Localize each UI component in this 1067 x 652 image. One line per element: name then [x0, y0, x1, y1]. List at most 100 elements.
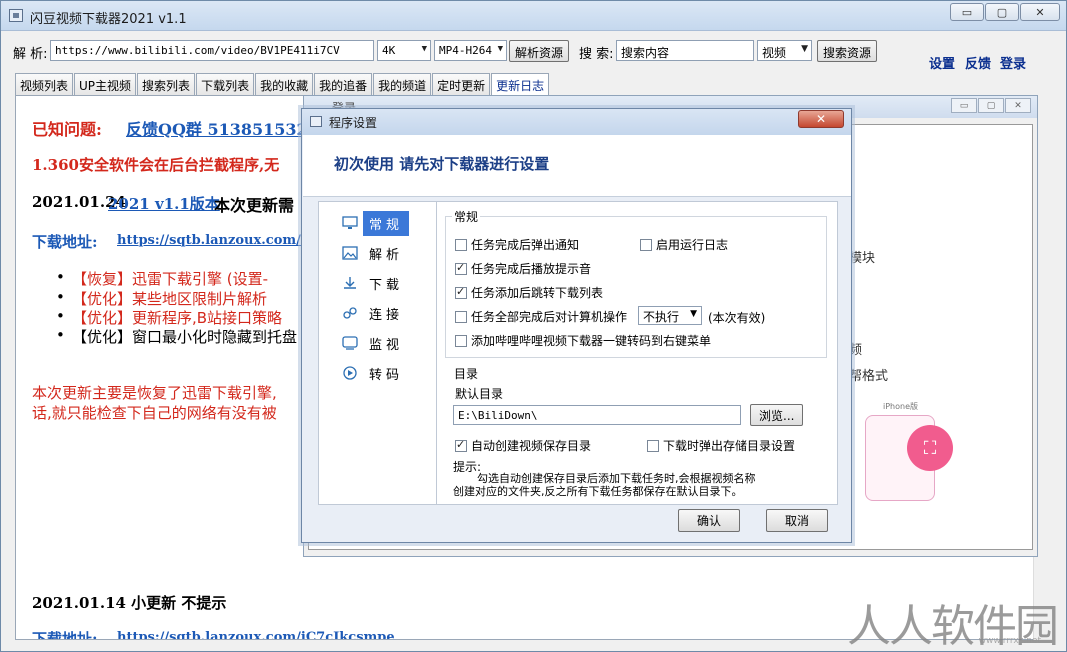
bullet-text: 【优化】窗口最小化时隐藏到托盘: [72, 328, 298, 346]
cancel-button[interactable]: 取消: [766, 509, 828, 532]
hint-text: 创建对应的文件夹,反之所有下载任务都保存在默认目录下。: [453, 485, 743, 498]
search-type-value: 视频: [762, 46, 787, 60]
feedback-link[interactable]: 反馈: [965, 53, 991, 72]
download-link[interactable]: https://sqtb.lanzoux.com/ih8: [117, 233, 324, 248]
date-entry-2: 2021.01.14 小更新 不提示: [32, 594, 227, 612]
bullet-text: 【优化】更新程序,B站接口策略: [72, 309, 283, 327]
popup-dir-checkbox[interactable]: 下载时弹出存储目录设置: [647, 437, 795, 454]
scan-icon: ⛶: [907, 425, 953, 471]
app-icon: [9, 9, 23, 22]
convert-icon: [341, 365, 359, 381]
version-link[interactable]: 2021 v1.1版本: [108, 193, 220, 214]
nav-item-parse[interactable]: 解析: [341, 240, 431, 266]
checkbox-label: 任务添加后跳转下载列表: [471, 286, 604, 300]
phone-label: iPhone版: [883, 402, 919, 411]
tab-scheduled-update[interactable]: 定时更新: [432, 73, 491, 95]
dialog-title: 程序设置: [329, 116, 378, 130]
context-menu-checkbox[interactable]: 添加哔哩哔哩视频下载器一键转码到右键菜单: [455, 332, 711, 349]
checkbox-box: [455, 238, 467, 251]
all-done-action-value: 不执行: [643, 310, 680, 324]
parse-button[interactable]: 解析资源: [509, 40, 570, 62]
play-sound-checkbox[interactable]: 任务完成后播放提示音: [455, 260, 591, 277]
tab-favorites[interactable]: 我的收藏: [255, 73, 314, 95]
download-label-2: 下载地址:: [32, 630, 98, 640]
checkbox-label: 任务全部完成后对计算机操作: [471, 310, 628, 324]
download-link-2[interactable]: https://sqtb.lanzoux.com/iC7cJkcsmpe: [117, 630, 395, 639]
chevron-down-icon: ▼: [421, 44, 427, 54]
nav-item-transcode[interactable]: 转码: [341, 360, 431, 386]
bullet-text: 【恢复】迅雷下载引擎 (设置-: [72, 270, 269, 288]
paragraph-line: 本次更新主要是恢复了迅雷下载引擎,: [32, 384, 277, 402]
settings-link[interactable]: 设置: [929, 53, 955, 72]
default-dir-input[interactable]: E:\BiliDown\: [453, 405, 741, 425]
nav-item-monitor[interactable]: 监视: [341, 330, 431, 356]
list-item: 【恢复】迅雷下载引擎 (设置-: [56, 268, 269, 289]
enable-log-checkbox[interactable]: 启用运行日志: [640, 236, 728, 253]
display-icon: [341, 335, 359, 351]
tab-search-list[interactable]: 搜索列表: [137, 73, 196, 95]
format-select[interactable]: MP4-H264 ▼: [434, 40, 507, 61]
dialog-header: 初次使用 请先对下载器进行设置: [303, 135, 851, 197]
parse-label: 解 析:: [13, 47, 48, 62]
notify-on-complete-checkbox[interactable]: 任务完成后弹出通知: [455, 236, 579, 253]
nav-item-general[interactable]: 常规: [341, 210, 431, 236]
nav-label: 下载: [369, 277, 404, 293]
toolbar: 解 析: https://www.bilibili.com/video/BV1P…: [1, 37, 1066, 72]
search-type-select[interactable]: 视频 ▼: [757, 40, 812, 61]
tab-changelog[interactable]: 更新日志: [491, 73, 550, 96]
login-close-button[interactable]: ✕: [1005, 98, 1031, 113]
checkbox-box: [647, 439, 659, 452]
tab-download-list[interactable]: 下载列表: [196, 73, 255, 95]
known-issues-label: 已知问题:: [32, 120, 102, 139]
dialog-body: 常规 解析 下载 连接 监视 转码 常规 任务完成后弹出通知 启用运行日志 ✓ …: [318, 201, 838, 505]
jump-to-list-checkbox[interactable]: 任务添加后跳转下载列表: [455, 284, 603, 301]
auto-create-dir-checkbox[interactable]: 自动创建视频保存目录: [455, 437, 591, 454]
tab-following-series[interactable]: 我的追番: [314, 73, 373, 95]
qq-group-link[interactable]: 反馈QQ群 513851532: [126, 116, 308, 140]
search-button[interactable]: 搜索资源: [817, 40, 878, 62]
nav-item-download[interactable]: 下载: [341, 270, 431, 296]
list-item: 【优化】某些地区限制片解析: [56, 288, 268, 309]
checkbox-label: 下载时弹出存储目录设置: [663, 439, 796, 453]
chevron-down-icon: ▼: [801, 44, 808, 54]
login-maximize-button[interactable]: ▢: [978, 98, 1004, 113]
login-window-controls: ▭ ▢ ✕: [951, 98, 1031, 113]
ok-button[interactable]: 确认: [678, 509, 740, 532]
quality-select[interactable]: 4K ▼: [377, 40, 431, 61]
nav-item-connection[interactable]: 连接: [341, 300, 431, 326]
bullet-text: 【优化】某些地区限制片解析: [72, 290, 268, 308]
all-done-action-checkbox[interactable]: 任务全部完成后对计算机操作: [455, 308, 627, 325]
checkbox-label: 任务完成后播放提示音: [471, 262, 592, 276]
close-button[interactable]: ✕: [1020, 3, 1060, 21]
tab-uploader-videos[interactable]: UP主视频: [74, 73, 137, 95]
login-minimize-button[interactable]: ▭: [951, 98, 977, 113]
directory-group-title: 目录: [452, 365, 481, 382]
url-input[interactable]: https://www.bilibili.com/video/BV1PE411i…: [50, 40, 374, 61]
all-done-action-select[interactable]: 不执行 ▼: [638, 306, 702, 325]
login-link[interactable]: 登录: [1000, 53, 1026, 72]
minimize-button[interactable]: ▭: [950, 3, 984, 21]
general-group-title: 常规: [452, 208, 481, 225]
download-label: 下载地址:: [32, 233, 98, 251]
security-warning: 1.360安全软件会在后台拦截程序,无: [32, 156, 280, 174]
nav-label: 解析: [369, 247, 404, 263]
tab-video-list[interactable]: 视频列表: [15, 73, 74, 95]
dialog-close-button[interactable]: ✕: [798, 110, 844, 128]
nav-label: 转码: [369, 367, 404, 383]
browse-button[interactable]: 浏览...: [750, 404, 804, 426]
default-dir-label: 默认目录: [455, 387, 504, 401]
checkbox-box: [455, 334, 467, 347]
tab-my-channel[interactable]: 我的频道: [373, 73, 432, 95]
list-item: 【优化】更新程序,B站接口策略: [56, 307, 283, 328]
window-title: 闪豆视频下载器2021 v1.1: [30, 12, 187, 27]
checkbox-box: [455, 310, 467, 323]
maximize-button[interactable]: ▢: [985, 3, 1019, 21]
checkbox-label: 启用运行日志: [656, 238, 729, 252]
checkbox-box: [640, 238, 652, 251]
login-text: 模块: [849, 251, 876, 266]
link-icon: [341, 305, 359, 321]
checkbox-box: [455, 438, 467, 452]
update-note: 本次更新需: [214, 196, 295, 215]
dialog-header-text: 初次使用 请先对下载器进行设置: [334, 155, 550, 173]
search-input[interactable]: 搜索内容: [616, 40, 754, 61]
